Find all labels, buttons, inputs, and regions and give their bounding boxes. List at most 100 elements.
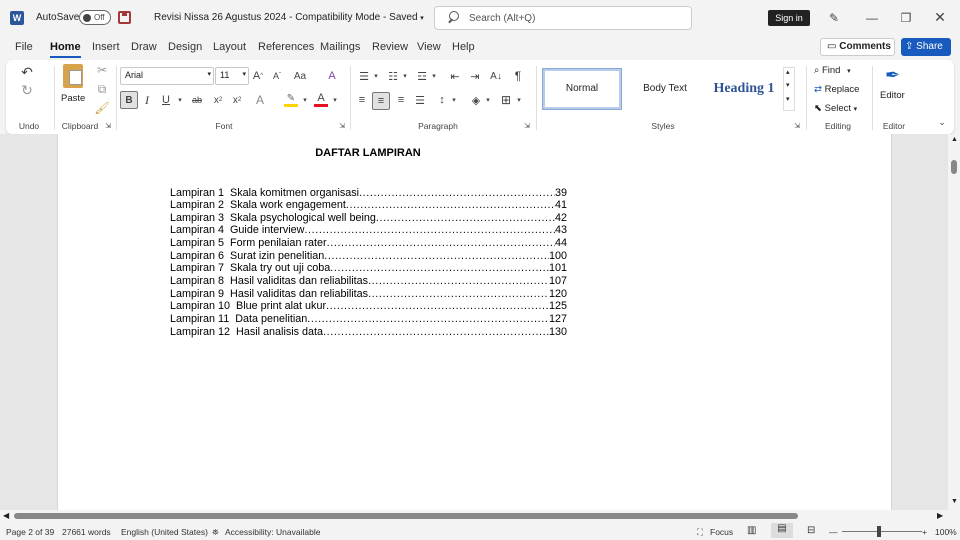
save-icon[interactable] xyxy=(118,11,131,24)
tab-design[interactable]: Design xyxy=(168,41,202,53)
find-button[interactable]: ⌕ Find ▾ xyxy=(814,65,870,81)
collapse-ribbon-icon[interactable]: ⌄ xyxy=(936,116,948,128)
tab-references[interactable]: References xyxy=(258,41,314,53)
show-hide-pilcrow-icon[interactable]: ¶ xyxy=(510,68,526,84)
share-button[interactable]: ⇪ Share xyxy=(901,38,951,56)
document-page[interactable]: DAFTAR LAMPIRAN Lampiran 1 Skala komitmen… xyxy=(57,134,653,510)
document-title[interactable]: Revisi Nissa 26 Agustus 2024 - Compatibi… xyxy=(154,12,424,23)
style-heading-1[interactable]: Heading 1 xyxy=(706,69,782,109)
lampiran-row[interactable]: Lampiran 6 Surat izin penelitian 100 xyxy=(170,250,567,263)
vertical-scroll-thumb[interactable] xyxy=(951,160,957,174)
web-layout-icon[interactable]: ⊟ xyxy=(807,525,815,536)
align-center-icon[interactable]: ≡ xyxy=(372,92,390,110)
chevron-down-icon[interactable]: ▾ xyxy=(450,92,458,108)
lampiran-row[interactable]: Lampiran 9 Hasil validitas dan reliabilit… xyxy=(170,288,567,301)
tab-help[interactable]: Help xyxy=(452,41,475,53)
italic-button[interactable]: I xyxy=(140,92,154,108)
format-painter-icon[interactable]: 🖌 xyxy=(94,101,110,115)
dialog-launcher-icon[interactable]: ⇲ xyxy=(338,122,346,130)
zoom-slider-thumb[interactable] xyxy=(877,526,881,537)
language-status[interactable]: English (United States) xyxy=(121,527,208,537)
close-icon[interactable]: ✕ xyxy=(930,9,950,25)
pen-icon[interactable]: ✎ xyxy=(826,10,842,26)
style-body-text[interactable]: Body Text xyxy=(626,69,704,109)
zoom-in-icon[interactable]: + xyxy=(922,527,927,537)
chevron-left-icon[interactable]: ◀ xyxy=(3,511,9,520)
editor-button[interactable]: ✒ Editor xyxy=(878,65,910,109)
copy-icon[interactable]: ⧉ xyxy=(94,82,110,96)
decrease-indent-icon[interactable]: ⇤ xyxy=(447,68,463,84)
read-mode-icon[interactable]: ▥ xyxy=(747,525,756,536)
borders-icon[interactable]: ⊞ xyxy=(498,92,514,108)
chevron-down-icon[interactable]: ▾ xyxy=(331,92,339,108)
zoom-out-icon[interactable]: — xyxy=(829,527,838,537)
focus-button[interactable]: Focus xyxy=(710,527,733,537)
lampiran-row[interactable]: Lampiran 3 Skala psychological well being… xyxy=(170,212,567,225)
font-size-select[interactable]: 11 ▾ xyxy=(215,67,249,85)
shrink-font-icon[interactable]: Aˇ xyxy=(270,68,284,84)
lampiran-row[interactable]: Lampiran 7 Skala try out uji coba 101 xyxy=(170,262,567,275)
redo-icon[interactable]: ↻ xyxy=(16,82,38,98)
sign-in-button[interactable]: Sign in xyxy=(768,10,810,26)
underline-button[interactable]: U xyxy=(159,92,173,108)
chevron-down-icon[interactable]: ▾ xyxy=(301,92,309,108)
font-name-select[interactable]: Arial ▾ xyxy=(120,67,214,85)
chevron-down-icon[interactable]: ▾ xyxy=(515,92,523,108)
increase-indent-icon[interactable]: ⇥ xyxy=(467,68,483,84)
tab-draw[interactable]: Draw xyxy=(131,41,157,53)
horizontal-scroll-thumb[interactable] xyxy=(14,513,798,519)
change-case-icon[interactable]: Aa xyxy=(290,68,310,84)
accessibility-status[interactable]: Accessibility: Unavailable xyxy=(225,527,320,537)
chevron-down-icon[interactable]: ▾ xyxy=(401,68,409,84)
chevron-down-icon[interactable]: ▾ xyxy=(430,68,438,84)
tab-mailings[interactable]: Mailings xyxy=(320,41,360,53)
lampiran-row[interactable]: Lampiran 5 Form penilaian rater 44 xyxy=(170,237,567,250)
dialog-launcher-icon[interactable]: ⇲ xyxy=(523,122,531,130)
lampiran-row[interactable]: Lampiran 12 Hasil analisis data 130 xyxy=(170,326,567,339)
superscript-button[interactable]: x2 xyxy=(230,92,244,108)
tab-layout[interactable]: Layout xyxy=(213,41,246,53)
shading-icon[interactable]: ◈ xyxy=(468,92,484,108)
print-layout-icon[interactable]: ▤ xyxy=(771,523,793,538)
sort-icon[interactable]: A↓ xyxy=(488,68,504,84)
underline-dropdown-icon[interactable]: ▾ xyxy=(176,92,184,108)
highlight-button[interactable]: ✎ xyxy=(283,92,299,108)
font-color-button[interactable]: A xyxy=(313,92,329,108)
tab-insert[interactable]: Insert xyxy=(92,41,120,53)
autosave-toggle[interactable]: Off xyxy=(79,10,111,25)
chevron-down-icon[interactable]: ▾ xyxy=(484,92,492,108)
replace-button[interactable]: ⇄ Replace xyxy=(814,84,870,100)
page-count[interactable]: Page 2 of 39 xyxy=(6,527,54,537)
style-normal[interactable]: Normal xyxy=(542,68,622,110)
chevron-right-icon[interactable]: ▶ xyxy=(937,511,943,520)
lampiran-row[interactable]: Lampiran 2 Skala work engagement 41 xyxy=(170,199,567,212)
text-effects-icon[interactable]: A xyxy=(253,92,267,108)
tab-file[interactable]: File xyxy=(15,41,33,53)
clear-formatting-icon[interactable]: A xyxy=(325,68,339,84)
strikethrough-button[interactable]: ab xyxy=(189,92,205,108)
vertical-scrollbar[interactable]: ▲ ▼ xyxy=(948,134,960,510)
grow-font-icon[interactable]: A ^ xyxy=(251,68,265,84)
align-right-icon[interactable]: ≡ xyxy=(393,92,409,108)
lampiran-row[interactable]: Lampiran 8 Hasil validitas dan reliabilit… xyxy=(170,275,567,288)
tab-view[interactable]: View xyxy=(417,41,441,53)
lampiran-row[interactable]: Lampiran 11 Data penelitian 127 xyxy=(170,313,567,326)
align-left-icon[interactable]: ≡ xyxy=(354,92,370,108)
word-count[interactable]: 27661 words xyxy=(62,527,111,537)
justify-icon[interactable]: ☰ xyxy=(412,92,428,108)
paste-button[interactable]: Paste xyxy=(60,64,88,106)
chevron-up-icon[interactable]: ▲ xyxy=(951,136,958,143)
tab-home[interactable]: Home xyxy=(50,41,81,58)
dialog-launcher-icon[interactable]: ⇲ xyxy=(793,122,801,130)
dialog-launcher-icon[interactable]: ⇲ xyxy=(104,122,112,130)
undo-icon[interactable]: ↶ xyxy=(16,64,38,80)
search-box[interactable]: Search (Alt+Q) xyxy=(434,6,692,30)
restore-icon[interactable]: ❐ xyxy=(896,10,916,26)
lampiran-row[interactable]: Lampiran 1 Skala komitmen organisasi 39 xyxy=(170,187,567,200)
line-spacing-icon[interactable]: ↕ xyxy=(434,92,450,108)
chevron-down-icon[interactable]: ▼ xyxy=(951,498,958,505)
zoom-level[interactable]: 100% xyxy=(935,527,957,537)
select-button[interactable]: ⬉ Select ▾ xyxy=(814,103,870,119)
numbering-icon[interactable]: ☷ xyxy=(385,68,401,84)
cut-icon[interactable]: ✂ xyxy=(94,63,110,77)
